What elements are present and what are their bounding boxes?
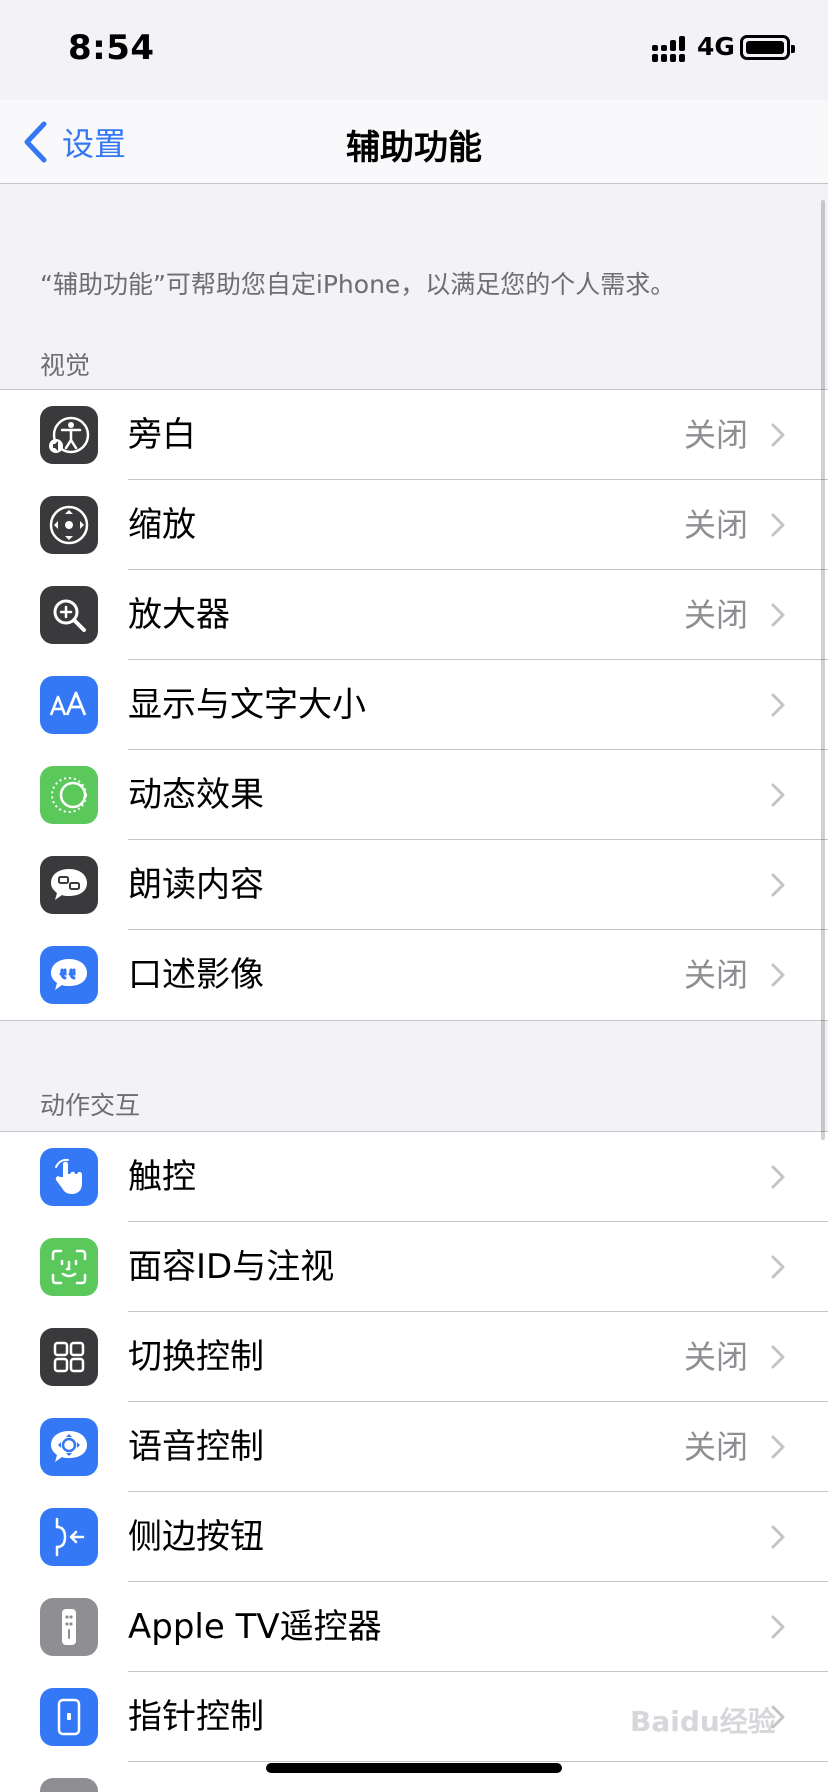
row-value: 关闭 — [683, 416, 748, 454]
row-label: 缩放 — [128, 505, 196, 545]
zoom-icon — [40, 496, 98, 554]
row-value: 关闭 — [683, 596, 748, 634]
navigation-bar: 设置 辅助功能 — [0, 100, 828, 184]
status-time: 8:54 — [68, 28, 155, 68]
chevron-right-icon — [771, 1255, 785, 1279]
row-value: 关闭 — [683, 956, 748, 994]
cellular-signal-icon — [652, 36, 685, 62]
section-header-physical-motor: 动作交互 — [40, 1091, 141, 1120]
row-magnifier[interactable]: 放大器 关闭 — [0, 570, 828, 660]
settings-group-vision: 旁白 关闭 缩放 关闭 放大器 关闭 显示与文字大小 动态效果 朗读内容 口述影… — [0, 389, 828, 1021]
side-button-icon — [40, 1508, 98, 1566]
apple-tv-remote-icon — [40, 1598, 98, 1656]
settings-group-physical-motor: 触控 面容ID与注视 切换控制 关闭 语音控制 关闭 侧边按钮 Apple TV… — [0, 1131, 828, 1792]
row-label: 切换控制 — [128, 1337, 264, 1377]
row-label: Apple TV遥控器 — [128, 1607, 382, 1647]
switch-control-icon — [40, 1328, 98, 1386]
row-label: 显示与文字大小 — [128, 685, 366, 725]
chevron-right-icon — [771, 1435, 785, 1459]
battery-icon — [740, 35, 795, 60]
touch-icon — [40, 1148, 98, 1206]
spoken-content-icon — [40, 856, 98, 914]
row-face-id-attention[interactable]: 面容ID与注视 — [0, 1222, 828, 1312]
voiceover-icon — [40, 406, 98, 464]
row-zoom[interactable]: 缩放 关闭 — [0, 480, 828, 570]
text-size-icon — [40, 676, 98, 734]
settings-item-icon — [40, 1778, 98, 1792]
chevron-right-icon — [771, 963, 785, 987]
row-label: 面容ID与注视 — [128, 1247, 335, 1287]
pointer-control-icon — [40, 1688, 98, 1746]
row-side-button[interactable]: 侧边按钮 — [0, 1492, 828, 1582]
row-voice-control[interactable]: 语音控制 关闭 — [0, 1402, 828, 1492]
page-title: 辅助功能 — [346, 128, 482, 168]
row-label: 朗读内容 — [128, 865, 264, 905]
row-audio-descriptions[interactable]: 口述影像 关闭 — [0, 930, 828, 1020]
status-bar: 8:54 4G — [0, 0, 828, 100]
motion-icon — [40, 766, 98, 824]
row-switch-control[interactable]: 切换控制 关闭 — [0, 1312, 828, 1402]
chevron-right-icon — [771, 423, 785, 447]
row-label: 动态效果 — [128, 775, 264, 815]
section-header-vision: 视觉 — [40, 351, 91, 380]
row-label: 放大器 — [128, 595, 230, 635]
audio-description-icon — [40, 946, 98, 1004]
chevron-right-icon — [771, 1165, 785, 1189]
chevron-right-icon — [771, 693, 785, 717]
row-display-text-size[interactable]: 显示与文字大小 — [0, 660, 828, 750]
row-label: 侧边按钮 — [128, 1517, 264, 1557]
face-id-icon — [40, 1238, 98, 1296]
chevron-right-icon — [771, 1345, 785, 1369]
voice-control-icon — [40, 1418, 98, 1476]
row-motion[interactable]: 动态效果 — [0, 750, 828, 840]
row-label: 口述影像 — [128, 955, 264, 995]
row-label: 指针控制 — [128, 1697, 264, 1737]
chevron-right-icon — [771, 603, 785, 627]
magnifier-icon — [40, 586, 98, 644]
home-indicator[interactable] — [266, 1763, 562, 1773]
row-label: 旁白 — [128, 415, 196, 455]
chevron-right-icon — [771, 783, 785, 807]
row-value: 关闭 — [683, 1428, 748, 1466]
chevron-right-icon — [771, 513, 785, 537]
row-apple-tv-remote[interactable]: Apple TV遥控器 — [0, 1582, 828, 1672]
row-touch[interactable]: 触控 — [0, 1132, 828, 1222]
row-spoken-content[interactable]: 朗读内容 — [0, 840, 828, 930]
scrollbar[interactable] — [821, 200, 825, 1140]
chevron-right-icon — [771, 873, 785, 897]
chevron-right-icon — [771, 1525, 785, 1549]
network-type: 4G — [697, 32, 735, 61]
watermark: Baidu经验 — [630, 1705, 776, 1738]
chevron-right-icon — [771, 1615, 785, 1639]
intro-text: “辅助功能”可帮助您自定iPhone，以满足您的个人需求。 — [40, 270, 676, 299]
row-label: 触控 — [128, 1157, 196, 1197]
row-voiceover[interactable]: 旁白 关闭 — [0, 390, 828, 480]
row-value: 关闭 — [683, 506, 748, 544]
row-value: 关闭 — [683, 1338, 748, 1376]
row-label: 语音控制 — [128, 1427, 264, 1467]
